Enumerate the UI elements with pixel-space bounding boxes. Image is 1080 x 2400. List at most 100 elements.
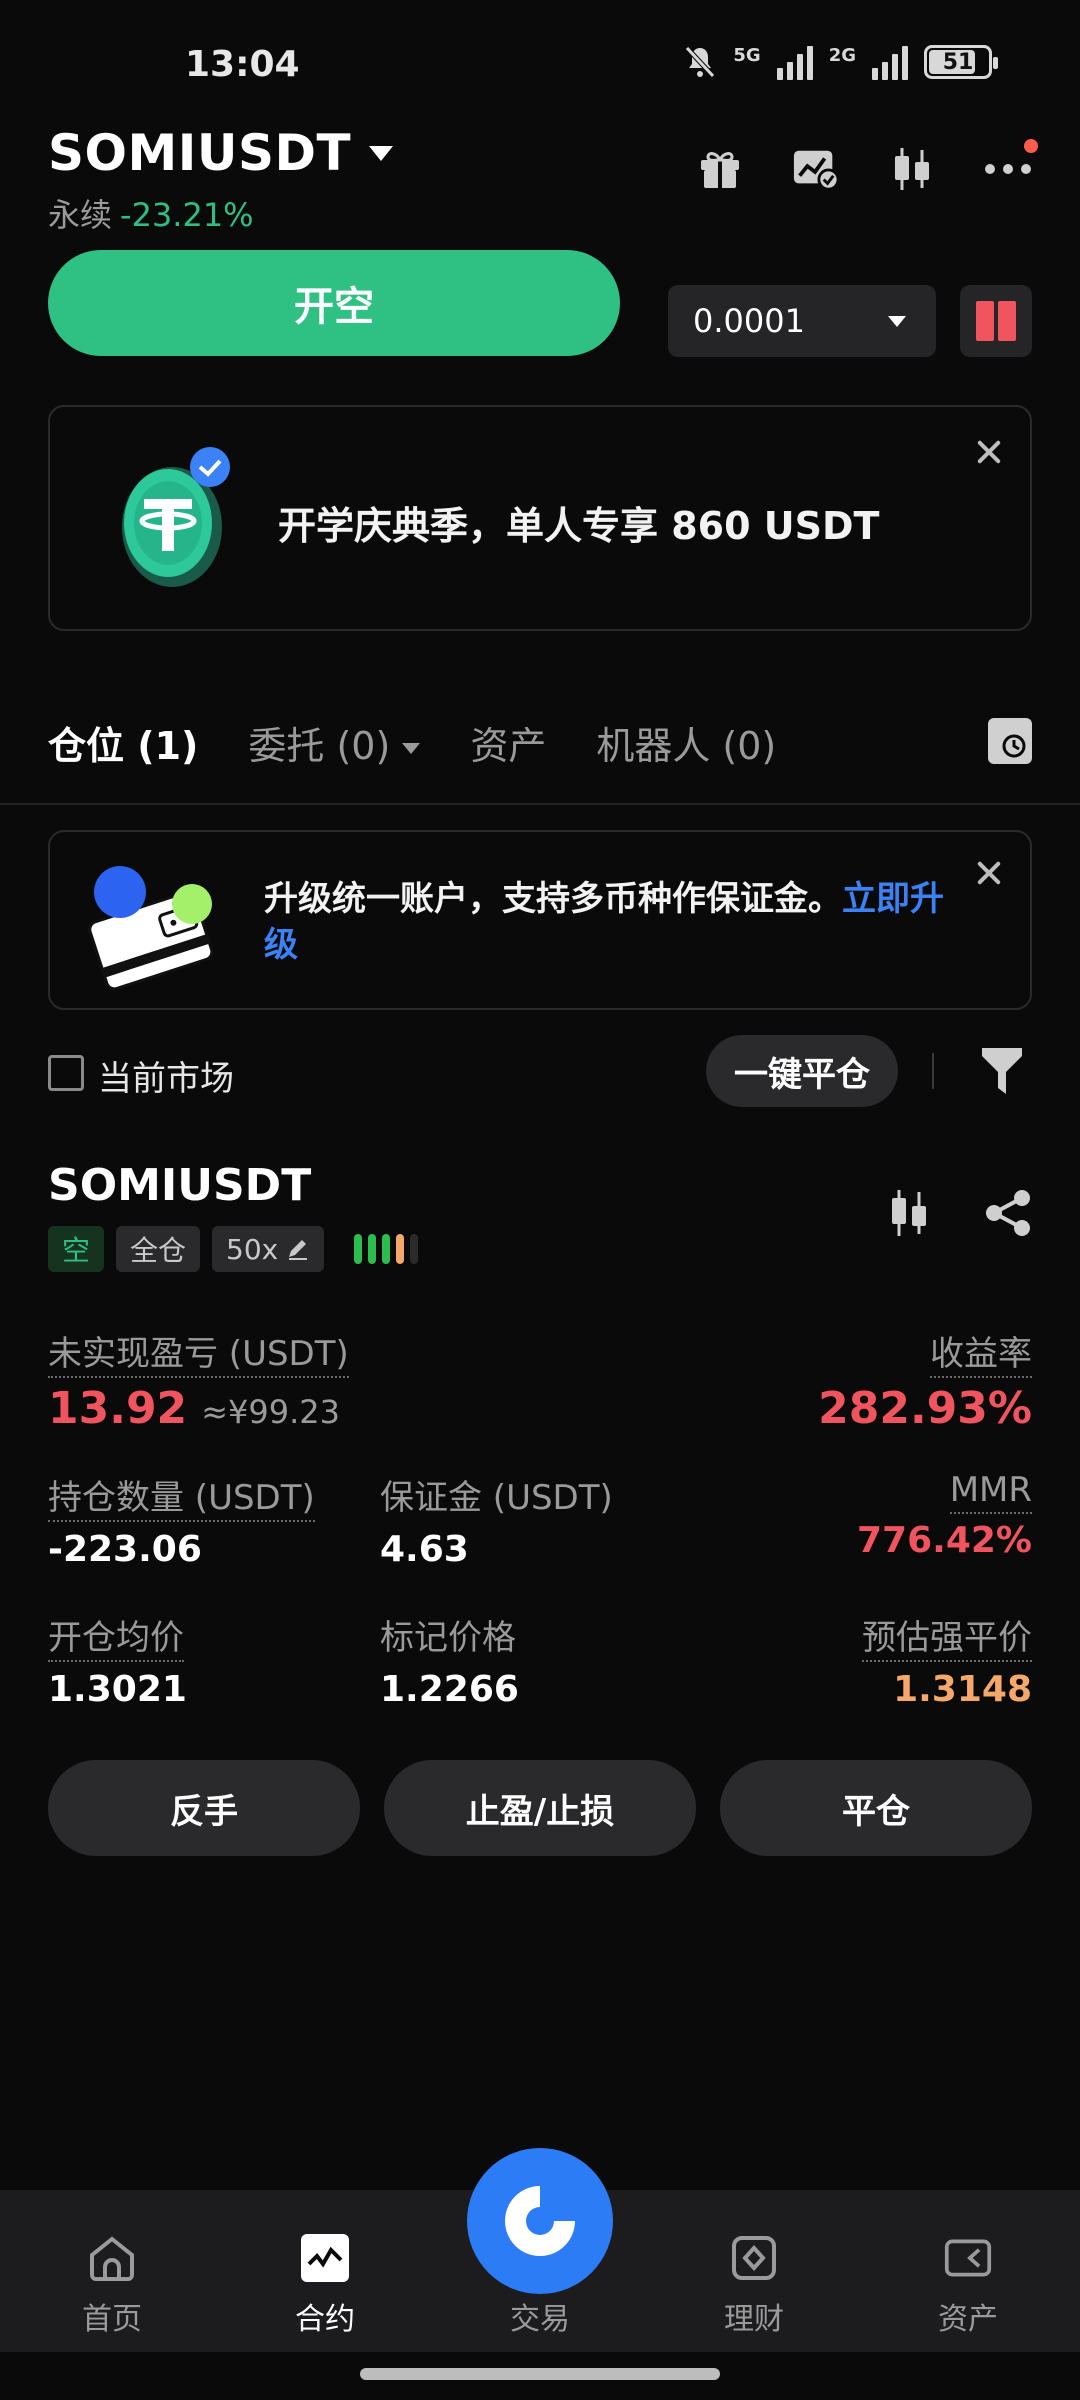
- chart-alert-icon[interactable]: [792, 145, 840, 193]
- mark-price: 标记价格 1.2266: [380, 1610, 519, 1710]
- risk-level-bar: [396, 1234, 405, 1264]
- leverage-badge[interactable]: 50x: [212, 1226, 325, 1272]
- roi: 收益率 282.93%: [818, 1326, 1032, 1434]
- pair-selector[interactable]: SOMIUSDT: [48, 124, 394, 182]
- risk-level-bar: [382, 1234, 391, 1264]
- history-icon[interactable]: [988, 718, 1032, 764]
- position-tabs: 仓位 (1) 委托 (0) 资产 机器人 (0): [48, 715, 776, 770]
- contract-info: 永续 -23.21%: [48, 190, 254, 236]
- roi-value: 282.93%: [818, 1383, 1032, 1434]
- upgrade-text: 升级统一账户，支持多币种作保证金。立即升级: [264, 876, 964, 968]
- margin-label: 保证金 (USDT): [380, 1478, 613, 1518]
- signal-icon-2: [872, 44, 908, 80]
- margin: 保证金 (USDT) 4.63: [380, 1470, 613, 1570]
- battery-icon: 51: [924, 45, 998, 79]
- mark-price-label: 标记价格: [380, 1618, 516, 1658]
- nav-earn[interactable]: 理财: [684, 2234, 824, 2338]
- leverage-value: 50x: [226, 1232, 279, 1266]
- position-size-label[interactable]: 持仓数量 (USDT): [48, 1478, 315, 1522]
- promo-text: 开学庆典季，单人专享 860 USDT: [278, 504, 880, 548]
- roi-label[interactable]: 收益率: [930, 1334, 1032, 1378]
- tpsl-button[interactable]: 止盈/止损: [384, 1760, 696, 1856]
- tabs-divider: [0, 803, 1080, 805]
- nav-futures[interactable]: 合约: [255, 2234, 395, 2338]
- network-5g: 5G: [733, 44, 761, 66]
- status-time: 13:04: [185, 44, 300, 85]
- close-icon[interactable]: [974, 437, 1004, 467]
- nav-home[interactable]: 首页: [42, 2234, 182, 2338]
- chevron-down-icon: [888, 315, 906, 327]
- nav-assets[interactable]: 资产: [898, 2234, 1038, 2338]
- wallet-icon: [88, 866, 214, 991]
- upgrade-message: 升级统一账户，支持多币种作保证金。: [264, 879, 842, 919]
- nav-trade-label: 交易: [510, 2302, 570, 2337]
- open-short-button[interactable]: 开空: [48, 250, 620, 356]
- position-size: 持仓数量 (USDT) -223.06: [48, 1470, 315, 1570]
- gift-icon[interactable]: [696, 145, 744, 193]
- separator: [932, 1053, 934, 1089]
- promo-banner[interactable]: 开学庆典季，单人专享 860 USDT: [48, 405, 1032, 631]
- side-badge: 空: [48, 1226, 105, 1272]
- home-indicator: [360, 2368, 720, 2380]
- futures-icon: [301, 2234, 349, 2282]
- entry-price: 开仓均价 1.3021: [48, 1610, 187, 1710]
- layout-icon: [976, 301, 1016, 341]
- position-symbol[interactable]: SOMIUSDT: [48, 1160, 311, 1211]
- quantity-select[interactable]: 0.0001: [668, 285, 936, 357]
- mmr: MMR 776.42%: [857, 1470, 1032, 1561]
- network-2g: 2G: [828, 44, 856, 66]
- quantity-value: 0.0001: [693, 302, 805, 340]
- tab-assets[interactable]: 资产: [470, 715, 546, 770]
- position-size-value: -223.06: [48, 1529, 202, 1570]
- contract-type: 永续: [48, 196, 113, 234]
- home-icon: [88, 2234, 136, 2282]
- entry-price-value: 1.3021: [48, 1669, 187, 1710]
- earn-icon: [730, 2234, 778, 2282]
- margin-mode-badge: 全仓: [116, 1226, 201, 1272]
- trade-icon: [505, 2186, 575, 2256]
- tab-positions[interactable]: 仓位 (1): [48, 715, 198, 770]
- pair-title: SOMIUSDT: [48, 124, 352, 182]
- upgrade-banner[interactable]: 升级统一账户，支持多币种作保证金。立即升级: [48, 830, 1032, 1010]
- close-icon[interactable]: [974, 858, 1004, 888]
- candlestick-icon[interactable]: [886, 1188, 932, 1238]
- current-market-label: 当前市场: [98, 1059, 234, 1099]
- risk-level-bar: [368, 1234, 377, 1264]
- reverse-button[interactable]: 反手: [48, 1760, 360, 1856]
- unrealized-pnl-label[interactable]: 未实现盈亏 (USDT): [48, 1334, 349, 1378]
- trade-fab[interactable]: [467, 2148, 613, 2294]
- unrealized-pnl: 未实现盈亏 (USDT) 13.92 ≈¥99.23: [48, 1326, 349, 1434]
- position-badges: 空 全仓 50x: [48, 1226, 419, 1272]
- chevron-down-icon: [402, 743, 421, 754]
- close-all-button[interactable]: 一键平仓: [706, 1035, 898, 1107]
- unrealized-pnl-cny: ≈¥99.23: [201, 1393, 340, 1431]
- tab-orders-label: 委托 (0): [248, 724, 391, 768]
- risk-level-bar: [354, 1234, 363, 1264]
- nav-assets-label: 资产: [938, 2302, 998, 2337]
- header-actions: [696, 139, 1038, 193]
- assets-icon: [944, 2234, 992, 2282]
- orderbook-layout-button[interactable]: [960, 285, 1032, 357]
- tab-orders[interactable]: 委托 (0): [248, 715, 421, 770]
- filter-icon[interactable]: [980, 1046, 1024, 1096]
- mark-price-value: 1.2266: [380, 1669, 519, 1710]
- current-market-checkbox[interactable]: [48, 1055, 84, 1091]
- share-icon[interactable]: [984, 1188, 1032, 1238]
- entry-price-label[interactable]: 开仓均价: [48, 1618, 184, 1662]
- nav-futures-label: 合约: [295, 2302, 355, 2337]
- liquidation-price-value: 1.3148: [893, 1669, 1032, 1710]
- nav-home-label: 首页: [82, 2302, 142, 2337]
- notification-dot: [1024, 139, 1038, 153]
- candlestick-icon[interactable]: [888, 145, 936, 193]
- liquidation-price-label[interactable]: 预估强平价: [862, 1618, 1032, 1662]
- mute-icon: [685, 46, 716, 78]
- mmr-label[interactable]: MMR: [949, 1470, 1032, 1514]
- tab-bots[interactable]: 机器人 (0): [596, 715, 776, 770]
- nav-earn-label: 理财: [724, 2302, 784, 2337]
- edit-icon: [289, 1240, 308, 1260]
- chevron-down-icon: [369, 145, 394, 161]
- close-position-button[interactable]: 平仓: [720, 1760, 1032, 1856]
- more-icon[interactable]: [984, 139, 1038, 193]
- margin-value: 4.63: [380, 1529, 469, 1570]
- usdt-coin-icon: [122, 447, 230, 587]
